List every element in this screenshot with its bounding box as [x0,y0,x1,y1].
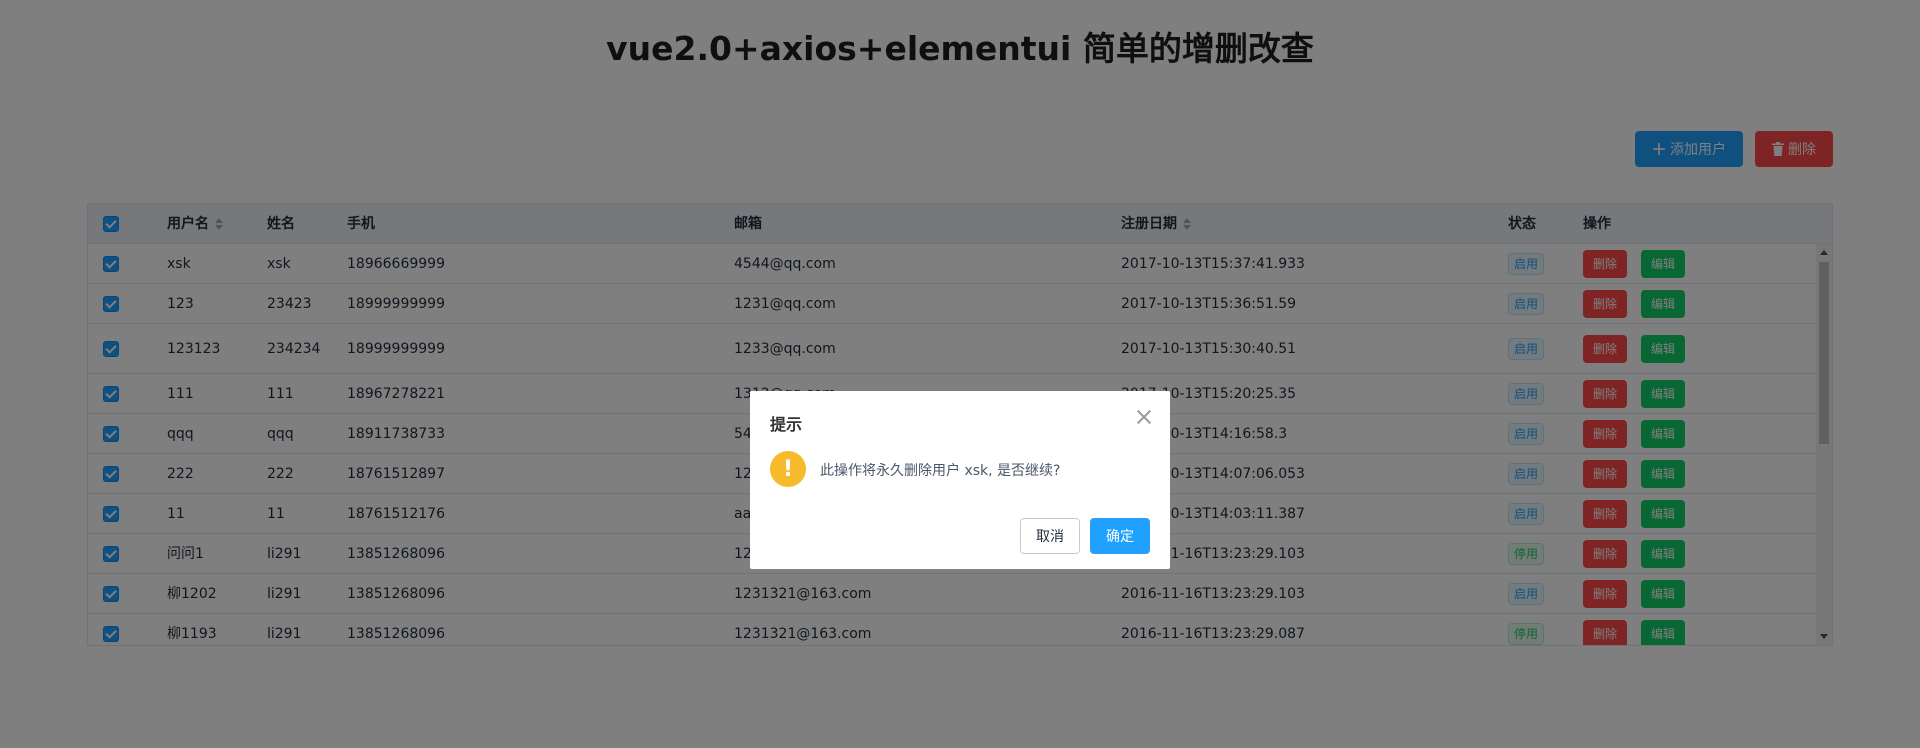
dialog-title: 提示 [770,415,803,434]
page: vue2.0+axios+elementui 简单的增删改查 添加用户 删除 用… [0,0,1920,748]
dialog-message: 此操作将永久删除用户 xsk, 是否继续? [820,463,1061,479]
modal-overlay[interactable] [0,0,1920,748]
confirm-button[interactable]: 确定 [1090,518,1150,554]
dialog-footer: 取消 确定 [1020,518,1150,554]
confirm-dialog: 提示 ! 此操作将永久删除用户 xsk, 是否继续? 取消 确定 [750,391,1170,569]
close-icon[interactable] [1136,409,1152,425]
warning-icon: ! [770,451,806,487]
cancel-button[interactable]: 取消 [1020,518,1080,554]
